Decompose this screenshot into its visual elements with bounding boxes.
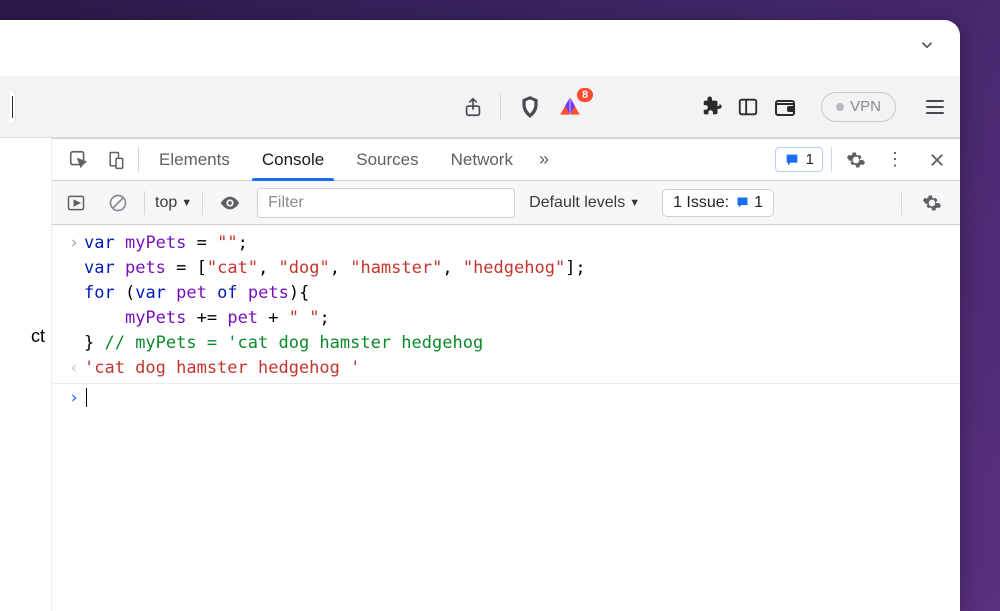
input-marker-icon: ›	[64, 232, 84, 255]
browser-toolbar: 8 VPN	[0, 76, 960, 138]
tab-elements[interactable]: Elements	[143, 139, 246, 180]
code-line: var myPets = "";	[84, 232, 248, 255]
page-text-fragment: ct	[31, 326, 45, 347]
issues-button[interactable]: 1 Issue: 1	[662, 189, 774, 217]
console-output[interactable]: ›var myPets = "";var pets = ["cat", "dog…	[52, 225, 960, 611]
console-input-line: myPets += pet + " ";	[52, 306, 960, 331]
console-input-line: var pets = ["cat", "dog", "hamster", "he…	[52, 256, 960, 281]
clear-console-icon[interactable]	[102, 189, 134, 217]
tab-sources[interactable]: Sources	[340, 139, 434, 180]
console-result: 'cat dog hamster hedgehog '	[84, 357, 360, 380]
console-input-line: ›var myPets = "";	[52, 231, 960, 256]
brave-shield-icon[interactable]	[517, 94, 543, 120]
input-marker-icon	[64, 307, 84, 330]
code-line: } // myPets = 'cat dog hamster hedgehog	[84, 332, 483, 355]
devtools-tabbar: Elements Console Sources Network » 1 ⋮	[52, 139, 960, 181]
prompt-marker-icon: ›	[64, 387, 84, 410]
code-line: for (var pet of pets){	[84, 282, 309, 305]
page-content: ct	[0, 138, 52, 611]
wallet-icon[interactable]	[773, 95, 797, 119]
share-icon[interactable]	[462, 96, 484, 118]
console-filter-input[interactable]	[257, 188, 515, 218]
input-marker-icon	[64, 332, 84, 355]
code-line: myPets += pet + " ";	[84, 307, 330, 330]
device-toolbar-icon[interactable]	[98, 139, 134, 180]
menu-icon[interactable]	[920, 94, 950, 120]
devtools-settings-icon[interactable]	[836, 139, 876, 180]
rewards-badge-count: 8	[577, 88, 593, 102]
console-prompt-row[interactable]: ›	[52, 386, 960, 411]
output-marker-icon: ‹	[64, 357, 84, 380]
messages-badge[interactable]: 1	[775, 147, 823, 172]
tabs-overflow-icon[interactable]: »	[529, 139, 559, 180]
devtools-close-icon[interactable]	[914, 139, 960, 180]
console-input-line: for (var pet of pets){	[52, 281, 960, 306]
text-cursor	[86, 388, 87, 407]
window-titlebar	[0, 20, 960, 76]
console-settings-icon[interactable]	[912, 193, 952, 213]
live-expression-icon[interactable]	[213, 188, 247, 218]
extensions-icon[interactable]	[701, 96, 723, 118]
console-sidebar-toggle-icon[interactable]	[60, 189, 92, 217]
vpn-label: VPN	[850, 98, 881, 115]
browser-window: 8 VPN ct	[0, 20, 960, 611]
console-filterbar: top ▼ Default levels ▼ 1 Issue: 1	[52, 181, 960, 225]
console-input-line: } // myPets = 'cat dog hamster hedgehog	[52, 331, 960, 356]
devtools-more-icon[interactable]: ⋮	[876, 139, 914, 180]
log-levels-select[interactable]: Default levels ▼	[529, 194, 640, 212]
tab-console[interactable]: Console	[246, 139, 340, 180]
input-marker-icon	[64, 257, 84, 280]
devtools-panel: Elements Console Sources Network » 1 ⋮	[52, 138, 960, 611]
input-marker-icon	[64, 282, 84, 305]
sidebar-icon[interactable]	[737, 96, 759, 118]
url-bar[interactable]	[10, 89, 16, 125]
brave-rewards-icon[interactable]: 8	[557, 94, 583, 120]
code-line: var pets = ["cat", "dog", "hamster", "he…	[84, 257, 586, 280]
vpn-button[interactable]: VPN	[821, 92, 896, 122]
tab-network[interactable]: Network	[435, 139, 529, 180]
inspect-element-icon[interactable]	[60, 139, 98, 180]
console-result-row: ‹ 'cat dog hamster hedgehog '	[52, 356, 960, 381]
messages-count: 1	[806, 151, 814, 168]
chevron-down-icon[interactable]	[918, 36, 936, 60]
execution-context-select[interactable]: top ▼	[155, 194, 192, 212]
vpn-status-dot	[836, 103, 844, 111]
